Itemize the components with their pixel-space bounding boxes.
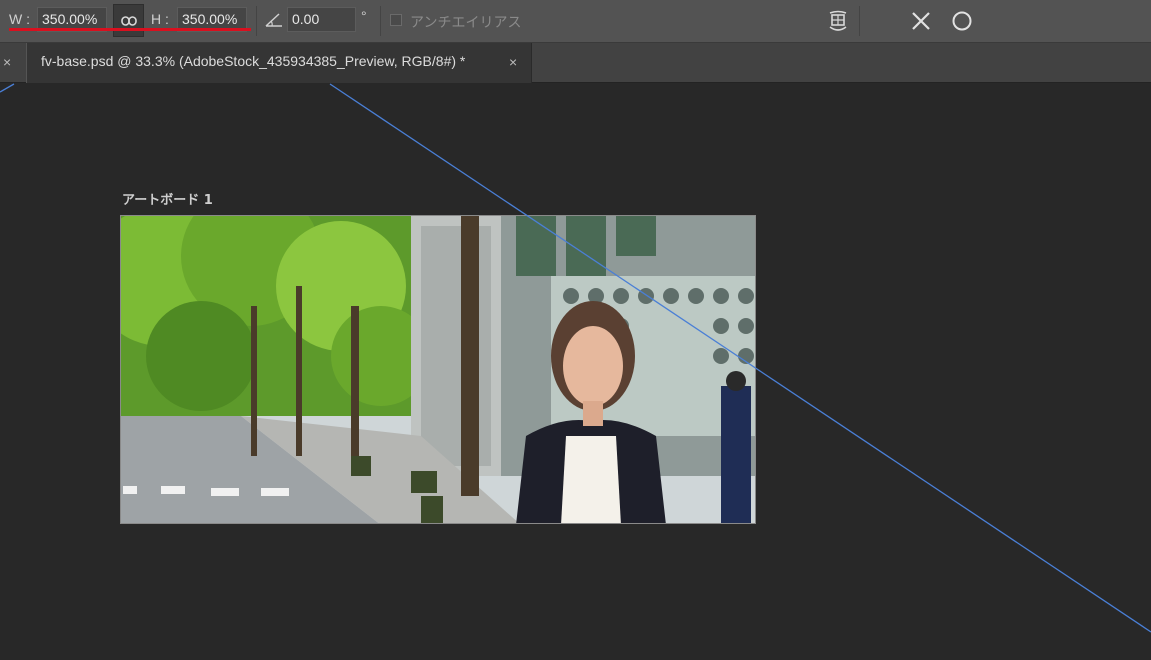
previous-tab-close-button[interactable]: × bbox=[3, 54, 11, 70]
cancel-icon[interactable] bbox=[911, 11, 931, 31]
width-label: W : bbox=[9, 11, 30, 27]
angle-icon bbox=[265, 13, 282, 27]
street-photo-image bbox=[121, 216, 755, 523]
highlight-underline bbox=[9, 28, 251, 31]
warp-icon[interactable] bbox=[826, 9, 850, 35]
artboard-label[interactable]: アートボード 1 bbox=[122, 189, 213, 208]
document-canvas[interactable]: アートボード 1 bbox=[0, 83, 1151, 660]
options-bar: W : 350.00% H : 350.00% 0.00 ° アンチエイリアス bbox=[0, 0, 1151, 43]
tab-title: fv-base.psd @ 33.3% (AdobeStock_43593438… bbox=[41, 53, 466, 69]
commit-icon[interactable] bbox=[951, 10, 973, 32]
link-button[interactable] bbox=[113, 4, 144, 37]
separator bbox=[380, 6, 381, 36]
height-label: H : bbox=[151, 11, 169, 27]
degree-unit: ° bbox=[361, 8, 367, 24]
tab-fv-base[interactable]: fv-base.psd @ 33.3% (AdobeStock_43593438… bbox=[26, 43, 532, 83]
separator bbox=[859, 6, 860, 36]
document-tab-bar: × fv-base.psd @ 33.3% (AdobeStock_435934… bbox=[0, 43, 1151, 83]
antialias-label: アンチエイリアス bbox=[410, 15, 522, 31]
angle-field[interactable]: 0.00 bbox=[287, 7, 356, 32]
tab-close-button[interactable]: × bbox=[509, 54, 517, 70]
link-icon bbox=[121, 16, 137, 26]
artboard-photo[interactable] bbox=[120, 215, 756, 524]
antialias-checkbox[interactable] bbox=[390, 14, 402, 26]
separator bbox=[256, 6, 257, 36]
